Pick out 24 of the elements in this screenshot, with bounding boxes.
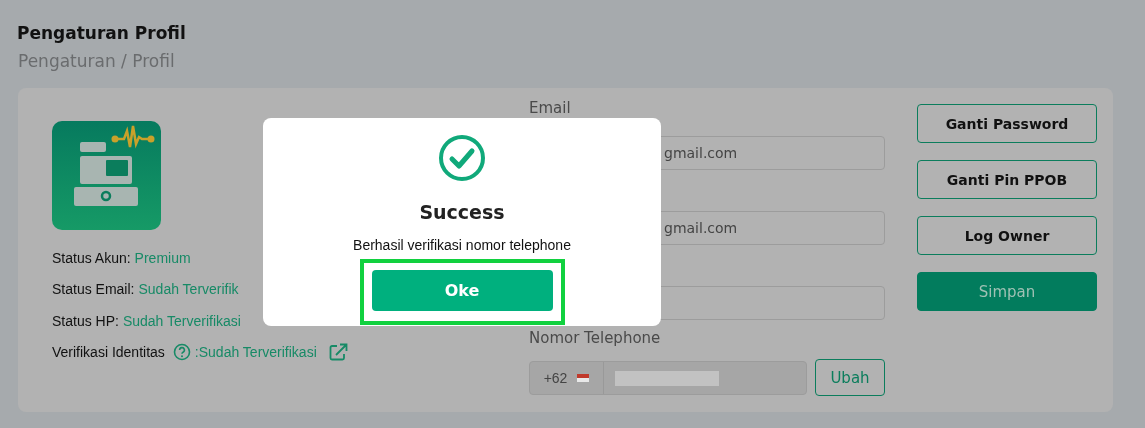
help-icon[interactable] bbox=[172, 343, 191, 362]
status-label: Status Akun: bbox=[52, 249, 131, 266]
breadcrumb: Pengaturan / Profil bbox=[18, 50, 176, 72]
status-label: Status Email: bbox=[52, 281, 135, 298]
status-value: Sudah Terverifikasi bbox=[122, 312, 241, 329]
change-button[interactable]: Ubah bbox=[815, 359, 885, 396]
ok-button[interactable]: Oke bbox=[371, 270, 553, 311]
status-value: Premium bbox=[134, 249, 191, 266]
action-button[interactable]: Log Owner bbox=[917, 216, 1097, 255]
status-label: Verifikasi Identitas bbox=[52, 344, 165, 361]
dialog-title: Success bbox=[419, 200, 505, 224]
external-link-icon[interactable] bbox=[328, 343, 348, 362]
action-button[interactable]: Ganti Pin PPOB bbox=[917, 160, 1097, 199]
status-value: Sudah Terverifik bbox=[138, 281, 239, 298]
status-label: Status HP: bbox=[52, 312, 119, 329]
flag-icon bbox=[577, 374, 590, 382]
country-code: +62 bbox=[543, 370, 568, 386]
phone-field[interactable]: +62 bbox=[529, 361, 807, 395]
check-circle-icon bbox=[438, 134, 486, 182]
field-label: Nomor Telephone bbox=[529, 329, 662, 349]
field-label: Email bbox=[529, 100, 572, 116]
page-title: Pengaturan Profil bbox=[17, 22, 187, 44]
action-button[interactable]: Ganti Password bbox=[917, 104, 1097, 143]
save-button[interactable]: Simpan bbox=[917, 272, 1097, 311]
